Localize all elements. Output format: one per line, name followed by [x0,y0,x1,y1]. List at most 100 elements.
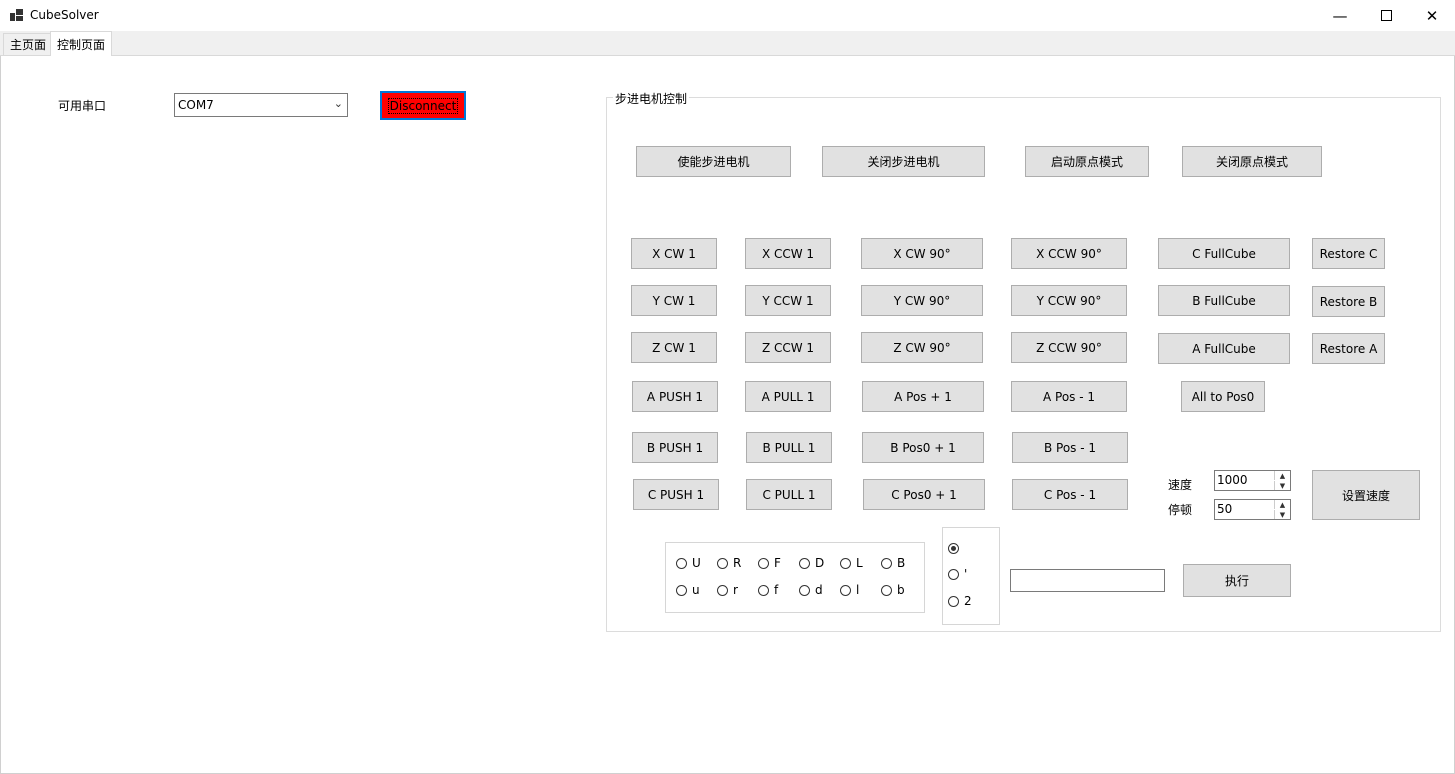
radio-circle [881,557,892,569]
radio-circle-selected [948,543,959,554]
a-fullcube-button[interactable]: A FullCube [1158,333,1290,364]
radio-face-F[interactable]: F [758,556,781,570]
tab-strip [0,31,1455,56]
spin-down-icon[interactable]: ▼ [1274,510,1290,519]
radio-face-R[interactable]: R [717,556,741,570]
serial-port-label: 可用串口 [58,99,107,113]
radio-face-f[interactable]: f [758,583,778,597]
radio-modifier-prime[interactable]: ' [948,567,967,581]
radio-label: D [815,556,825,570]
b-push-1-button[interactable]: B PUSH 1 [632,432,718,463]
radio-face-l[interactable]: l [840,583,859,597]
b-pos0-plus-1-button[interactable]: B Pos0 + 1 [862,432,984,463]
z-ccw-90-button[interactable]: Z CCW 90° [1011,332,1127,363]
spin-up-icon[interactable]: ▲ [1274,500,1290,509]
pause-value: 50 [1217,502,1233,516]
radio-circle [799,584,810,596]
z-cw-90-button[interactable]: Z CW 90° [861,332,983,363]
a-pos-plus-1-button[interactable]: A Pos + 1 [862,381,984,412]
stop-origin-mode-button[interactable]: 关闭原点模式 [1182,146,1322,177]
radio-face-D[interactable]: D [799,556,824,570]
radio-circle [758,584,769,596]
radio-circle [840,557,851,569]
a-pos-minus-1-button[interactable]: A Pos - 1 [1011,381,1127,412]
tab-control[interactable]: 控制页面 [50,31,113,56]
command-input[interactable] [1010,569,1165,592]
x-cw-1-button[interactable]: X CW 1 [631,238,717,269]
radio-circle [676,557,687,569]
radio-face-b[interactable]: b [881,583,905,597]
radio-modifier-none[interactable] [948,543,964,554]
a-push-1-button[interactable]: A PUSH 1 [632,381,718,412]
start-origin-mode-button[interactable]: 启动原点模式 [1025,146,1149,177]
radio-face-u[interactable]: u [676,583,700,597]
serial-port-value: COM7 [178,98,214,112]
disable-stepper-button[interactable]: 关闭步进电机 [822,146,985,177]
radio-circle [948,568,959,580]
speed-spinner[interactable]: 1000 ▲ ▼ [1214,470,1291,491]
serial-port-select[interactable]: COM7 ⌄ [174,93,348,117]
radio-label: r [733,583,738,597]
minimize-button[interactable]: — [1317,0,1363,31]
radio-label: u [692,583,700,597]
y-ccw-90-button[interactable]: Y CCW 90° [1011,285,1127,316]
set-speed-button[interactable]: 设置速度 [1312,470,1420,520]
x-ccw-90-button[interactable]: X CCW 90° [1011,238,1127,269]
y-cw-90-button[interactable]: Y CW 90° [861,285,983,316]
z-ccw-1-button[interactable]: Z CCW 1 [745,332,831,363]
app-icon [10,9,23,21]
y-cw-1-button[interactable]: Y CW 1 [631,285,717,316]
pause-label: 停顿 [1168,503,1193,517]
radio-circle [717,584,728,596]
radio-label: l [856,583,860,597]
radio-label: 2 [964,594,972,608]
b-fullcube-button[interactable]: B FullCube [1158,285,1290,316]
restore-a-button[interactable]: Restore A [1312,333,1385,364]
spin-down-icon[interactable]: ▼ [1274,481,1290,490]
radio-label: B [897,556,906,570]
disconnect-button[interactable]: Disconnect [380,91,466,120]
restore-b-button[interactable]: Restore B [1312,286,1385,317]
c-pos-minus-1-button[interactable]: C Pos - 1 [1012,479,1128,510]
radio-face-d[interactable]: d [799,583,823,597]
c-fullcube-button[interactable]: C FullCube [1158,238,1290,269]
radio-circle [717,557,728,569]
x-ccw-1-button[interactable]: X CCW 1 [745,238,831,269]
close-icon: ✕ [1425,6,1439,25]
radio-circle [799,557,810,569]
y-ccw-1-button[interactable]: Y CCW 1 [745,285,831,316]
radio-face-U[interactable]: U [676,556,701,570]
title-bar [0,0,1455,31]
close-button[interactable]: ✕ [1409,0,1455,31]
maximize-button[interactable] [1363,0,1409,31]
all-to-pos0-button[interactable]: All to Pos0 [1181,381,1265,412]
b-pull-1-button[interactable]: B PULL 1 [746,432,832,463]
restore-c-button[interactable]: Restore C [1312,238,1385,269]
pause-spinner[interactable]: 50 ▲ ▼ [1214,499,1291,520]
radio-label: F [774,556,781,570]
z-cw-1-button[interactable]: Z CW 1 [631,332,717,363]
speed-value: 1000 [1217,473,1248,487]
tab-main[interactable]: 主页面 [3,33,54,55]
c-pull-1-button[interactable]: C PULL 1 [746,479,832,510]
radio-label: U [692,556,701,570]
spin-up-icon[interactable]: ▲ [1274,471,1290,480]
window-title: CubeSolver [30,8,99,22]
face-radio-panel [665,542,925,613]
enable-stepper-button[interactable]: 使能步进电机 [636,146,791,177]
radio-face-B[interactable]: B [881,556,905,570]
c-pos0-plus-1-button[interactable]: C Pos0 + 1 [863,479,985,510]
radio-face-L[interactable]: L [840,556,863,570]
b-pos-minus-1-button[interactable]: B Pos - 1 [1012,432,1128,463]
radio-face-r[interactable]: r [717,583,738,597]
radio-label: ' [964,567,968,581]
radio-circle [758,557,769,569]
radio-modifier-double[interactable]: 2 [948,594,972,608]
a-pull-1-button[interactable]: A PULL 1 [745,381,831,412]
radio-circle [676,584,687,596]
radio-label: d [815,583,823,597]
x-cw-90-button[interactable]: X CW 90° [861,238,983,269]
radio-label: L [856,556,863,570]
execute-button[interactable]: 执行 [1183,564,1291,597]
c-push-1-button[interactable]: C PUSH 1 [633,479,719,510]
